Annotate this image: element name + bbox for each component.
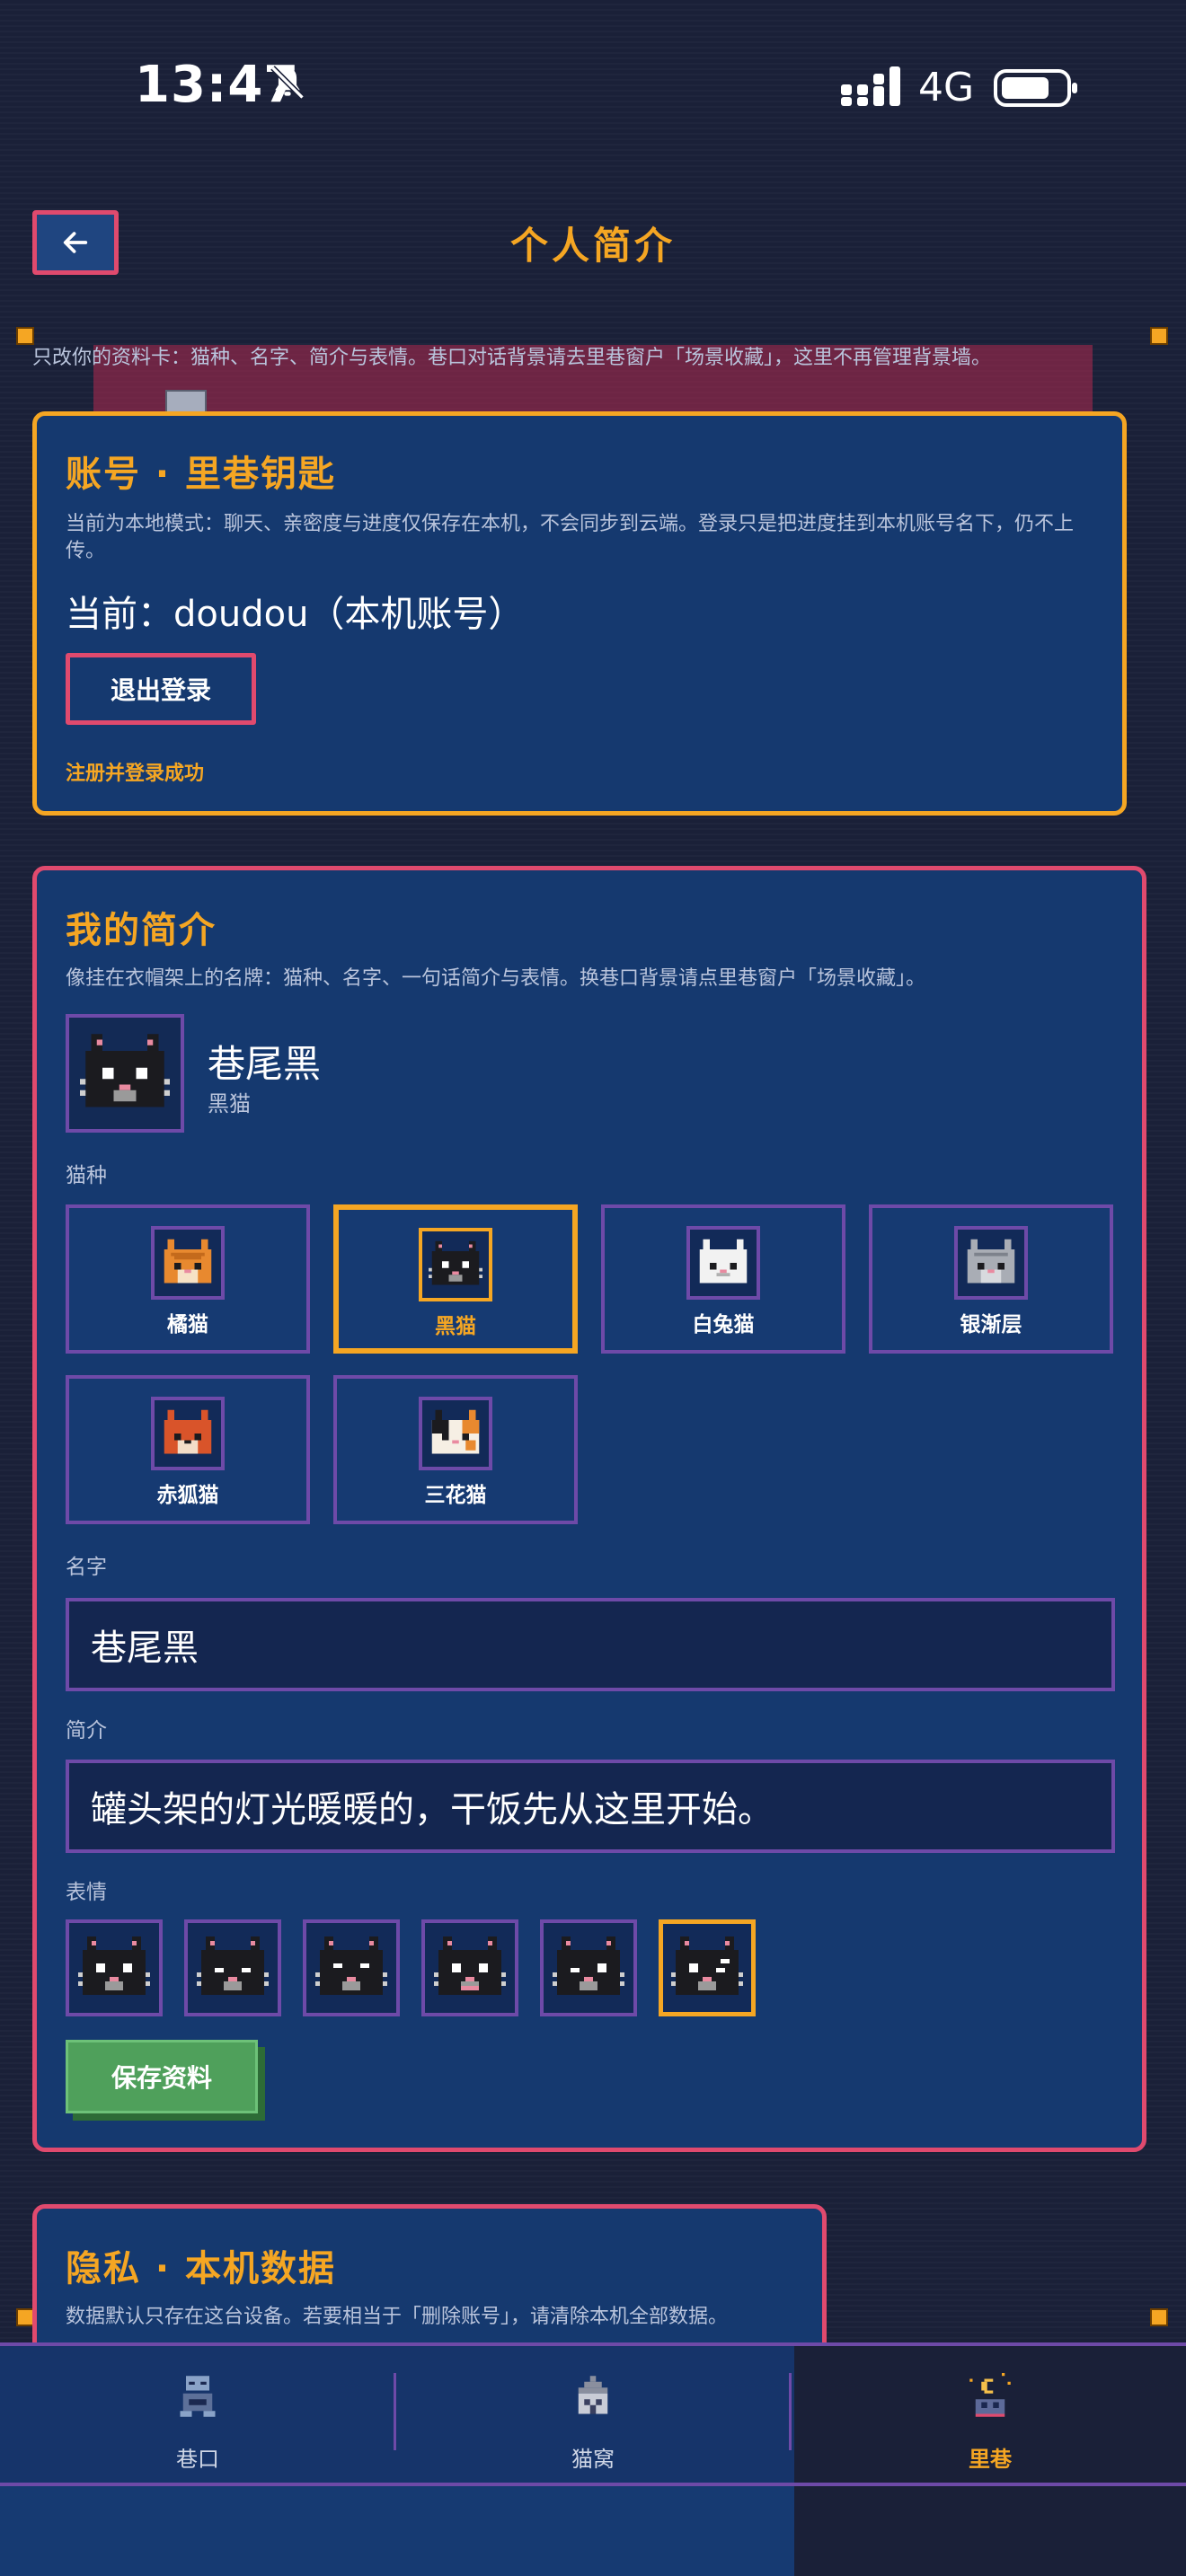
corner-marker [1150,2308,1168,2326]
page-notice: 只改你的资料卡：猫种、名字、简介与表情。巷口对话背景请去里巷窗户「场景收藏」，这… [32,347,992,369]
network-type: 4G [918,65,975,110]
calico-cat-icon [431,1409,480,1454]
nav-item-cat-den[interactable]: 猫窝 [395,2346,791,2483]
nav-label: 猫窝 [571,2447,615,2472]
save-profile-button[interactable]: 保存资料 [66,2040,258,2113]
privacy-title: 隐私 · 本机数据 [66,2248,337,2289]
expression-option-4[interactable] [421,1919,518,2016]
breed-name: 银渐层 [960,1313,1022,1337]
expression-option-2[interactable] [184,1919,281,2016]
name-input[interactable]: 巷尾黑 [66,1598,1115,1691]
cat-smile-icon [197,1936,269,1995]
orange-cat-icon [164,1239,212,1284]
cat-wink-icon [671,1936,743,1995]
expression-option-1[interactable] [66,1919,163,2016]
breed-name: 白兔猫 [692,1313,755,1337]
home-indicator-area [794,2486,1186,2576]
account-title: 账号 · 里巷钥匙 [66,454,337,495]
white-cat-icon [699,1239,748,1284]
cat-sleepy-icon [553,1936,624,1995]
status-bar: 13:47 4G [0,0,1186,171]
breed-name: 赤狐猫 [156,1484,219,1507]
silver-cat-icon [967,1239,1015,1284]
breed-option-fox[interactable]: 赤狐猫 [66,1375,310,1524]
breed-option-calico[interactable]: 三花猫 [333,1375,578,1524]
breed-name: 橘猫 [167,1313,208,1337]
breed-option-white[interactable]: 白兔猫 [601,1204,845,1354]
breed-name: 黑猫 [435,1315,476,1338]
expression-label: 表情 [66,1881,107,1904]
robot-icon [174,2373,221,2423]
profile-name: 巷尾黑 [208,1042,322,1086]
expression-option-5[interactable] [540,1919,637,2016]
expression-option-6[interactable] [659,1919,756,2016]
black-cat-icon [429,1240,482,1285]
profile-breed: 黑猫 [208,1091,251,1116]
bio-input[interactable]: 罐头架的灯光暖暖的，干饭先从这里开始。 [66,1760,1115,1853]
fox-cat-icon [164,1409,212,1454]
breed-option-orange[interactable]: 橘猫 [66,1204,310,1354]
expression-option-3[interactable] [303,1919,400,2016]
breed-label: 猫种 [66,1164,107,1187]
current-account: 当前：doudou（本机账号） [66,594,525,635]
avatar [66,1014,184,1133]
profile-card: 我的简介 像挂在衣帽架上的名牌：猫种、名字、一句话简介与表情。换巷口背景请点里巷… [32,866,1146,2152]
bottom-navigation: 巷口 猫窝 里巷 [0,2342,1186,2486]
account-card: 账号 · 里巷钥匙 当前为本地模式：聊天、亲密度与进度仅保存在本机，不会同步到云… [32,411,1127,816]
nav-label: 里巷 [969,2447,1012,2472]
page-title: 个人简介 [509,224,676,268]
moon-night-icon [967,2373,1013,2423]
bell-muted-icon [268,63,307,106]
nav-item-alley-entrance[interactable]: 巷口 [0,2346,395,2483]
nav-item-back-alley[interactable]: 里巷 [794,2346,1186,2483]
account-description: 当前为本地模式：聊天、亲密度与进度仅保存在本机，不会同步到云端。登录只是把进度挂… [66,513,1075,562]
corner-marker [16,2308,34,2326]
house-icon [570,2373,616,2423]
bio-label: 简介 [66,1719,107,1742]
name-label: 名字 [66,1556,107,1579]
logout-button[interactable]: 退出登录 [66,653,256,725]
cat-neutral-icon [78,1936,150,1995]
nav-divider [789,2373,792,2450]
black-cat-icon [80,1034,170,1107]
breed-option-silver[interactable]: 银渐层 [869,1204,1113,1354]
breed-option-black[interactable]: 黑猫 [333,1204,578,1354]
corner-marker [1150,327,1168,345]
corner-marker [16,327,34,345]
cat-happy-icon [315,1936,387,1995]
profile-title: 我的简介 [66,910,217,951]
signal-icon [841,66,902,110]
nav-label: 巷口 [176,2447,219,2472]
breed-name: 三花猫 [424,1484,487,1507]
account-status: 注册并登录成功 [66,763,205,785]
cat-sad-icon [434,1936,506,1995]
privacy-description: 数据默认只存在这台设备。若要相当于「删除账号」，请清除本机全部数据。 [66,2306,729,2328]
battery-icon [994,68,1080,111]
profile-description: 像挂在衣帽架上的名牌：猫种、名字、一句话简介与表情。换巷口背景请点里巷窗户「场景… [66,967,926,990]
